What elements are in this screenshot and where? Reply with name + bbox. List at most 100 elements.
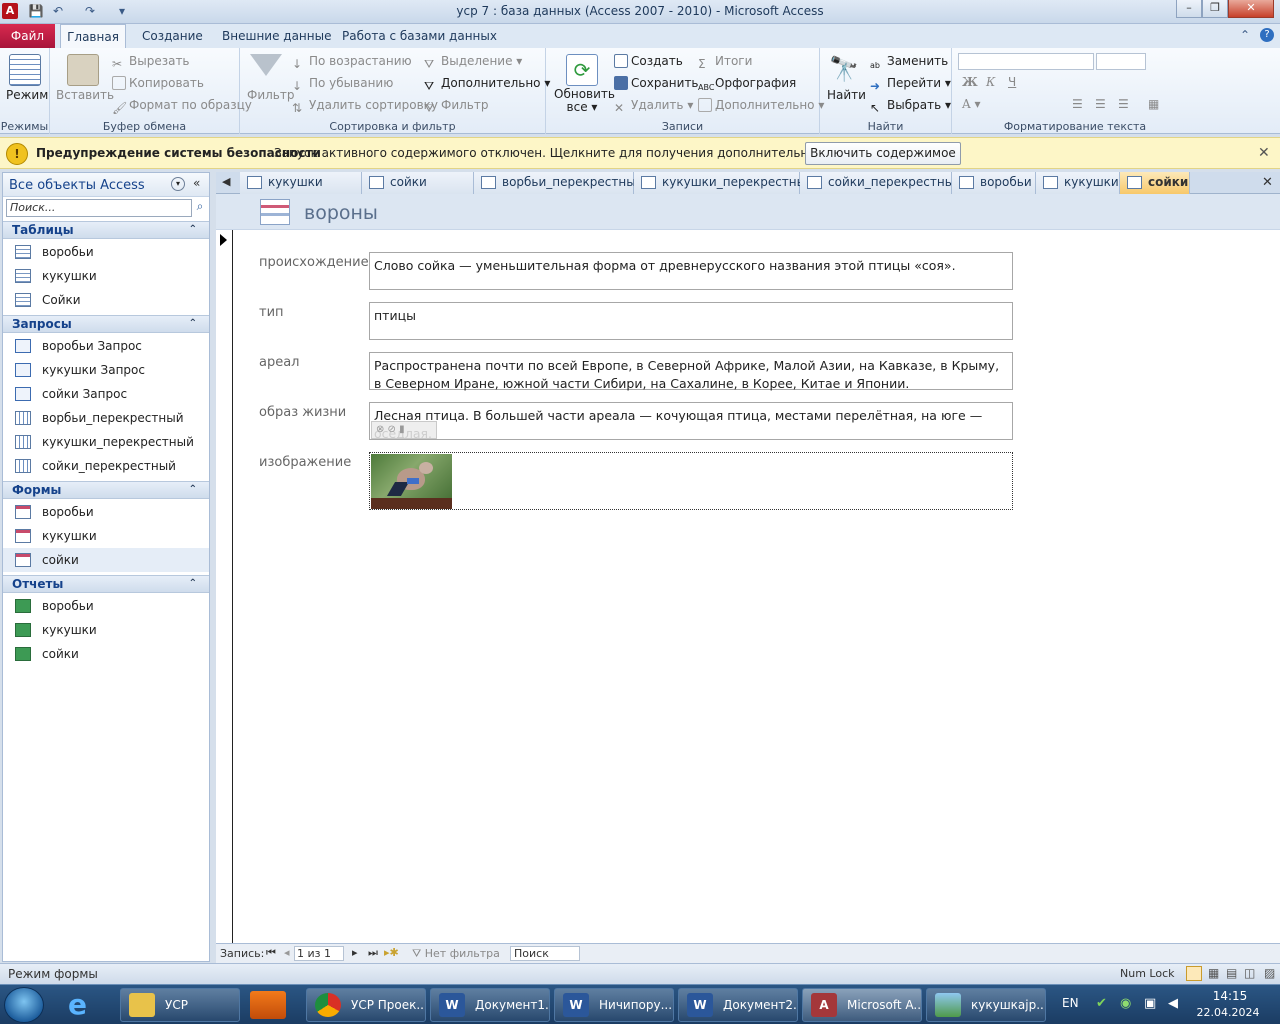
totals-button[interactable]: Σ Итоги [698,54,752,71]
more-records-button[interactable]: Дополнительно ▾ [698,98,824,112]
security-message[interactable]: Запуск активного содержимого отключен. Щ… [274,146,893,160]
taskbar-item-doc1[interactable]: W Документ1... [430,988,550,1022]
document-tab[interactable]: воробьи [952,172,1036,194]
field-image[interactable] [369,452,1013,510]
paste-button[interactable]: Вставить [56,88,114,102]
find-button[interactable]: Найти [827,88,866,102]
chevron-up-icon[interactable]: ⌃ [189,222,197,238]
close-button[interactable]: ✕ [1228,0,1274,18]
align-left-icon[interactable]: ☰ [1072,97,1083,111]
tab-create[interactable]: Создание [130,24,215,48]
document-tab[interactable]: кукушки_перекрестный [634,172,814,194]
sort-descending-button[interactable]: ↓ По убыванию [292,76,393,93]
document-tab[interactable]: сойки [1120,172,1190,194]
nav-item[interactable]: сойки Запрос [3,382,209,406]
document-tab[interactable]: кукушки [1036,172,1120,194]
field-type[interactable]: птицы [369,302,1013,340]
clock-time[interactable]: 14:15 [1200,989,1260,1003]
nav-item[interactable]: воробьи Запрос [3,334,209,358]
nav-item[interactable]: воробьи [3,500,209,524]
first-record-icon[interactable]: ⏮ [266,946,276,960]
select-button[interactable]: ↖ Выбрать ▾ [870,98,951,115]
maximize-button[interactable]: ❐ [1202,0,1228,18]
advanced-filter-button[interactable]: ⛛ Дополнительно ▾ [424,76,550,93]
sort-ascending-button[interactable]: ↓ По возрастанию [292,54,412,71]
save-record-button[interactable]: Сохранить [614,76,699,90]
view-button[interactable]: Режим [6,88,48,102]
record-search-input[interactable]: Поиск [510,946,580,961]
field-origin[interactable]: Слово сойка — уменьшительная форма от др… [369,252,1013,290]
spelling-button[interactable]: ABCОрфография [698,76,796,97]
chevron-up-icon[interactable]: ⌃ [189,316,197,332]
taskbar-item-image[interactable]: кукушкаjp... [926,988,1046,1022]
nav-section-header[interactable]: Запросы ⌃ [3,315,209,333]
record-selector[interactable] [216,230,233,943]
nav-item[interactable]: ворбьи_перекрестный [3,406,209,430]
cut-button[interactable]: ✂ Вырезать [112,54,190,71]
media-player-icon[interactable] [250,991,286,1019]
bold-button[interactable]: Ж [962,75,978,89]
nav-item[interactable]: воробьи [3,240,209,264]
field-lifestyle[interactable]: Лесная птица. В большей части ареала — к… [369,402,1013,440]
toggle-filter-button[interactable]: ⛛ Фильтр [424,98,488,115]
datasheet-view-icon[interactable]: ▦ [1208,966,1219,980]
form-view-icon[interactable] [1186,966,1202,981]
view-icon[interactable] [9,54,41,86]
goto-button[interactable]: ➜ Перейти ▾ [870,76,951,93]
document-tab[interactable]: сойки Запрос [362,172,474,210]
nav-item[interactable]: кукушки [3,264,209,288]
document-tab[interactable]: сойки_перекрестный [800,172,962,194]
enable-content-button[interactable]: Включить содержимое [805,142,961,165]
document-tab[interactable]: кукушки Запрос [240,172,362,210]
nav-section-header[interactable]: Формы ⌃ [3,481,209,499]
tray-network-icon[interactable]: ▣ [1144,996,1156,1011]
help-icon[interactable]: ? [1260,28,1274,42]
nav-item[interactable]: Сойки [3,288,209,312]
chevron-up-icon[interactable]: ⌃ [189,482,197,498]
nav-item[interactable]: воробьи [3,594,209,618]
sql-view-icon[interactable]: ▨ [1264,966,1275,980]
gridlines-icon[interactable]: ▦ [1148,97,1159,111]
align-right-icon[interactable]: ☰ [1118,97,1129,111]
collapse-pane-icon[interactable]: « [193,176,200,190]
taskbar-item-doc2[interactable]: W Документ2... [678,988,798,1022]
nav-item[interactable]: сойки [3,548,209,572]
minimize-button[interactable]: – [1176,0,1202,18]
tab-home[interactable]: Главная [60,24,126,48]
last-record-icon[interactable]: ⏭ [368,946,378,960]
selection-button[interactable]: ⛛ Выделение ▾ [424,54,522,71]
nav-item[interactable]: кукушки [3,618,209,642]
nav-search-input[interactable]: Поиск... [6,199,192,217]
tab-scroll-left-icon[interactable]: ◀ [222,175,230,188]
tab-file[interactable]: Файл [0,24,55,48]
tab-external-data[interactable]: Внешние данные [210,24,343,48]
design-view-icon[interactable]: ◫ [1244,966,1255,980]
collapse-ribbon-icon[interactable]: ⌃ [1240,28,1250,42]
nav-item[interactable]: сойки_перекрестный [3,454,209,478]
chevron-down-icon[interactable]: ▾ [171,177,185,191]
nav-header[interactable]: Все объекты Access ▾ « [3,173,209,197]
font-size-combo[interactable] [1096,53,1146,70]
taskbar-item-usr[interactable]: УСР [120,988,240,1022]
taskbar-item-nichiporu[interactable]: W Ничипору... [554,988,674,1022]
start-button[interactable] [4,987,44,1023]
nav-item[interactable]: кукушки Запрос [3,358,209,382]
remove-sort-button[interactable]: ⇅ Удалить сортировку [292,98,438,115]
replace-button[interactable]: ab Заменить [870,54,948,75]
tray-app-icon[interactable]: ◉ [1120,996,1131,1011]
prev-record-icon[interactable]: ◂ [284,946,290,959]
underline-button[interactable]: Ч [1008,75,1016,89]
search-icon[interactable]: ⌕ [192,199,208,217]
refresh-all-button[interactable]: Обновить все ▾ [554,88,615,114]
copy-button[interactable]: Копировать [112,76,204,90]
format-painter-button[interactable]: 🖌 Формат по образцу [112,98,252,115]
close-icon[interactable]: ✕ [1258,145,1270,161]
nav-item[interactable]: кукушки [3,524,209,548]
taskbar-item-access[interactable]: A Microsoft A... [802,988,922,1022]
nav-section-header[interactable]: Таблицы ⌃ [3,221,209,239]
internet-explorer-icon[interactable]: e [68,990,104,1020]
layout-view-icon[interactable]: ▤ [1226,966,1237,980]
mini-toolbar[interactable]: ⊗ ⊘ ▮ [371,421,437,439]
tray-security-icon[interactable]: ✔ [1096,996,1107,1011]
delete-record-button[interactable]: ✕ Удалить ▾ [614,98,693,115]
